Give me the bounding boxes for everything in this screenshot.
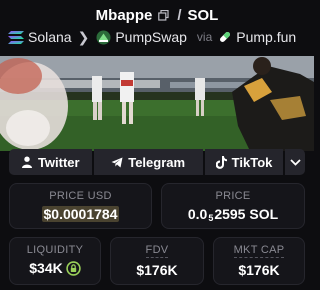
fdv-value: $176K — [136, 262, 178, 278]
fdv-card: FDV $176K — [110, 237, 204, 285]
market-cap-label: MKT CAP — [233, 244, 285, 258]
price-usd-card: PRICE USD $0.0001784 — [9, 183, 152, 229]
price-sol-card: PRICE 0.052595 SOL — [161, 183, 305, 229]
copy-icon[interactable] — [158, 9, 169, 21]
market-cap-card: MKT CAP $176K — [213, 237, 305, 285]
market-cap-value: $176K — [238, 262, 280, 278]
price-sol-unit: SOL — [249, 206, 279, 222]
price-usd-value-row: $0.0001784 — [10, 206, 151, 222]
via-label: via — [196, 30, 213, 44]
price-sol-label: PRICE — [215, 190, 251, 202]
dex-name[interactable]: PumpSwap — [115, 29, 187, 45]
quote-symbol: SOL — [187, 6, 219, 24]
telegram-label: Telegram — [128, 154, 186, 170]
price-sol-digits: 2595 — [214, 206, 246, 222]
pumpswap-icon — [96, 30, 111, 45]
launchpad-name[interactable]: Pump.fun — [236, 29, 296, 45]
chain-name[interactable]: Solana — [28, 29, 72, 45]
pair-subtitle: Solana ❯ PumpSwap via Pump.fun — [8, 28, 308, 46]
lock-icon[interactable] — [66, 261, 81, 276]
pair-title: Mbappe / SOL — [0, 5, 314, 25]
solana-icon — [8, 30, 24, 44]
tiktok-icon — [215, 155, 227, 169]
liquidity-label: LIQUIDITY — [26, 244, 84, 256]
liquidity-value-row: $34K — [10, 260, 100, 276]
telegram-button[interactable]: Telegram — [93, 149, 203, 175]
telegram-icon — [111, 157, 123, 167]
more-socials-button[interactable] — [285, 149, 305, 175]
liquidity-card: LIQUIDITY $34K — [9, 237, 101, 285]
liquidity-value: $34K — [29, 260, 63, 276]
twitter-button[interactable]: Twitter — [9, 149, 92, 175]
pill-icon — [218, 30, 232, 44]
price-sol-value: 0.052595 SOL — [162, 206, 304, 223]
price-sol-zero-count: 5 — [208, 213, 214, 223]
tiktok-button[interactable]: TikTok — [204, 149, 284, 175]
tiktok-label: TikTok — [231, 154, 273, 170]
price-usd-value: $0.0001784 — [41, 206, 120, 222]
pair-separator: / — [177, 6, 182, 24]
twitter-label: Twitter — [37, 154, 80, 170]
price-usd-label: PRICE USD — [49, 190, 112, 202]
token-symbol: Mbappe — [95, 6, 153, 24]
social-links: Twitter Telegram TikTok — [9, 149, 305, 175]
token-banner-image — [0, 56, 314, 151]
user-icon — [21, 156, 32, 168]
price-sol-prefix: 0.0 — [187, 206, 208, 222]
fdv-label: FDV — [145, 244, 169, 258]
chevron-down-icon — [290, 158, 301, 166]
chevron-right-icon: ❯ — [77, 28, 90, 45]
pair-header: Mbappe / SOL Solana ❯ PumpSwap via Pump.… — [0, 0, 314, 56]
